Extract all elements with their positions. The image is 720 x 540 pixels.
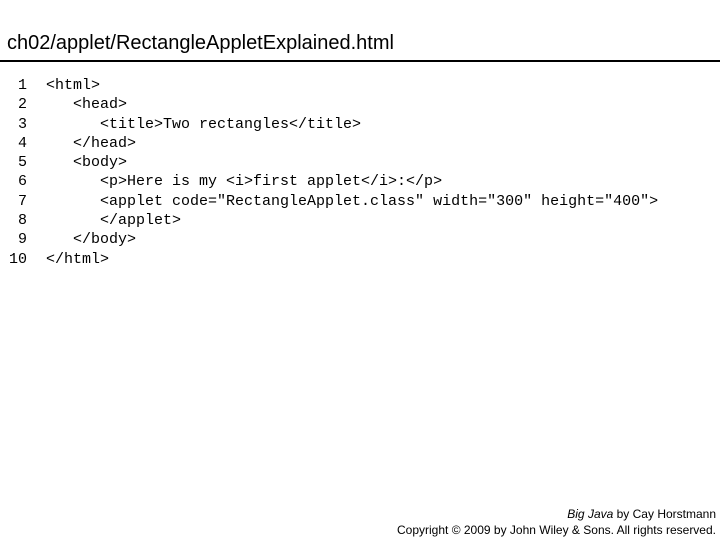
book-title: Big Java [567,507,614,521]
line-number: 1 [17,77,27,94]
line-text: <html> [46,77,101,94]
code-line: 1 <html> [0,76,720,95]
line-number: 5 [17,154,27,172]
code-line: 10 </html> [0,250,720,269]
code-line: 4 </head> [0,134,720,153]
line-number: 4 [17,134,27,152]
line-text: <p>Here is my <i>first applet</i>:</p> [46,173,443,191]
footer-credits: Big Java by Cay Horstmann Copyright © 20… [397,506,716,538]
book-credit-line: Big Java by Cay Horstmann [397,506,716,522]
code-line: 6 <p>Here is my <i>first applet</i>:</p> [0,172,720,191]
code-line: 5 <body> [0,153,720,172]
line-number: 8 [17,212,27,230]
line-text: <title>Two rectangles</title> [46,115,362,133]
line-text: <applet code="RectangleApplet.class" wid… [46,192,659,210]
line-text: </body> [46,231,137,249]
line-number: 2 [17,96,27,114]
code-listing: 1 <html> 2 <head> 3 <title>Two rectangles… [0,76,720,269]
code-line: 2 <head> [0,95,720,114]
code-line: 3 <title>Two rectangles</title> [0,115,720,134]
line-number: 9 [17,231,27,249]
line-text: <body> [46,154,128,172]
line-number: 3 [17,115,27,133]
line-text: </html> [46,250,110,268]
code-line: 7 <applet code="RectangleApplet.class" w… [0,192,720,211]
title-divider [0,60,720,62]
line-number: 10 [8,250,27,268]
code-line: 8 </applet> [0,211,720,230]
line-text: </applet> [46,212,182,230]
line-text: </head> [46,134,137,152]
line-text: <head> [46,96,128,114]
line-number: 7 [17,192,27,210]
slide: { "slide": { "title": "ch02/applet/Recta… [0,0,720,540]
slide-title: ch02/applet/RectangleAppletExplained.htm… [7,32,394,54]
book-author: by Cay Horstmann [613,507,716,521]
copyright-notice: Copyright © 2009 by John Wiley & Sons. A… [397,523,716,537]
code-line: 9 </body> [0,230,720,249]
line-number: 6 [17,173,27,191]
